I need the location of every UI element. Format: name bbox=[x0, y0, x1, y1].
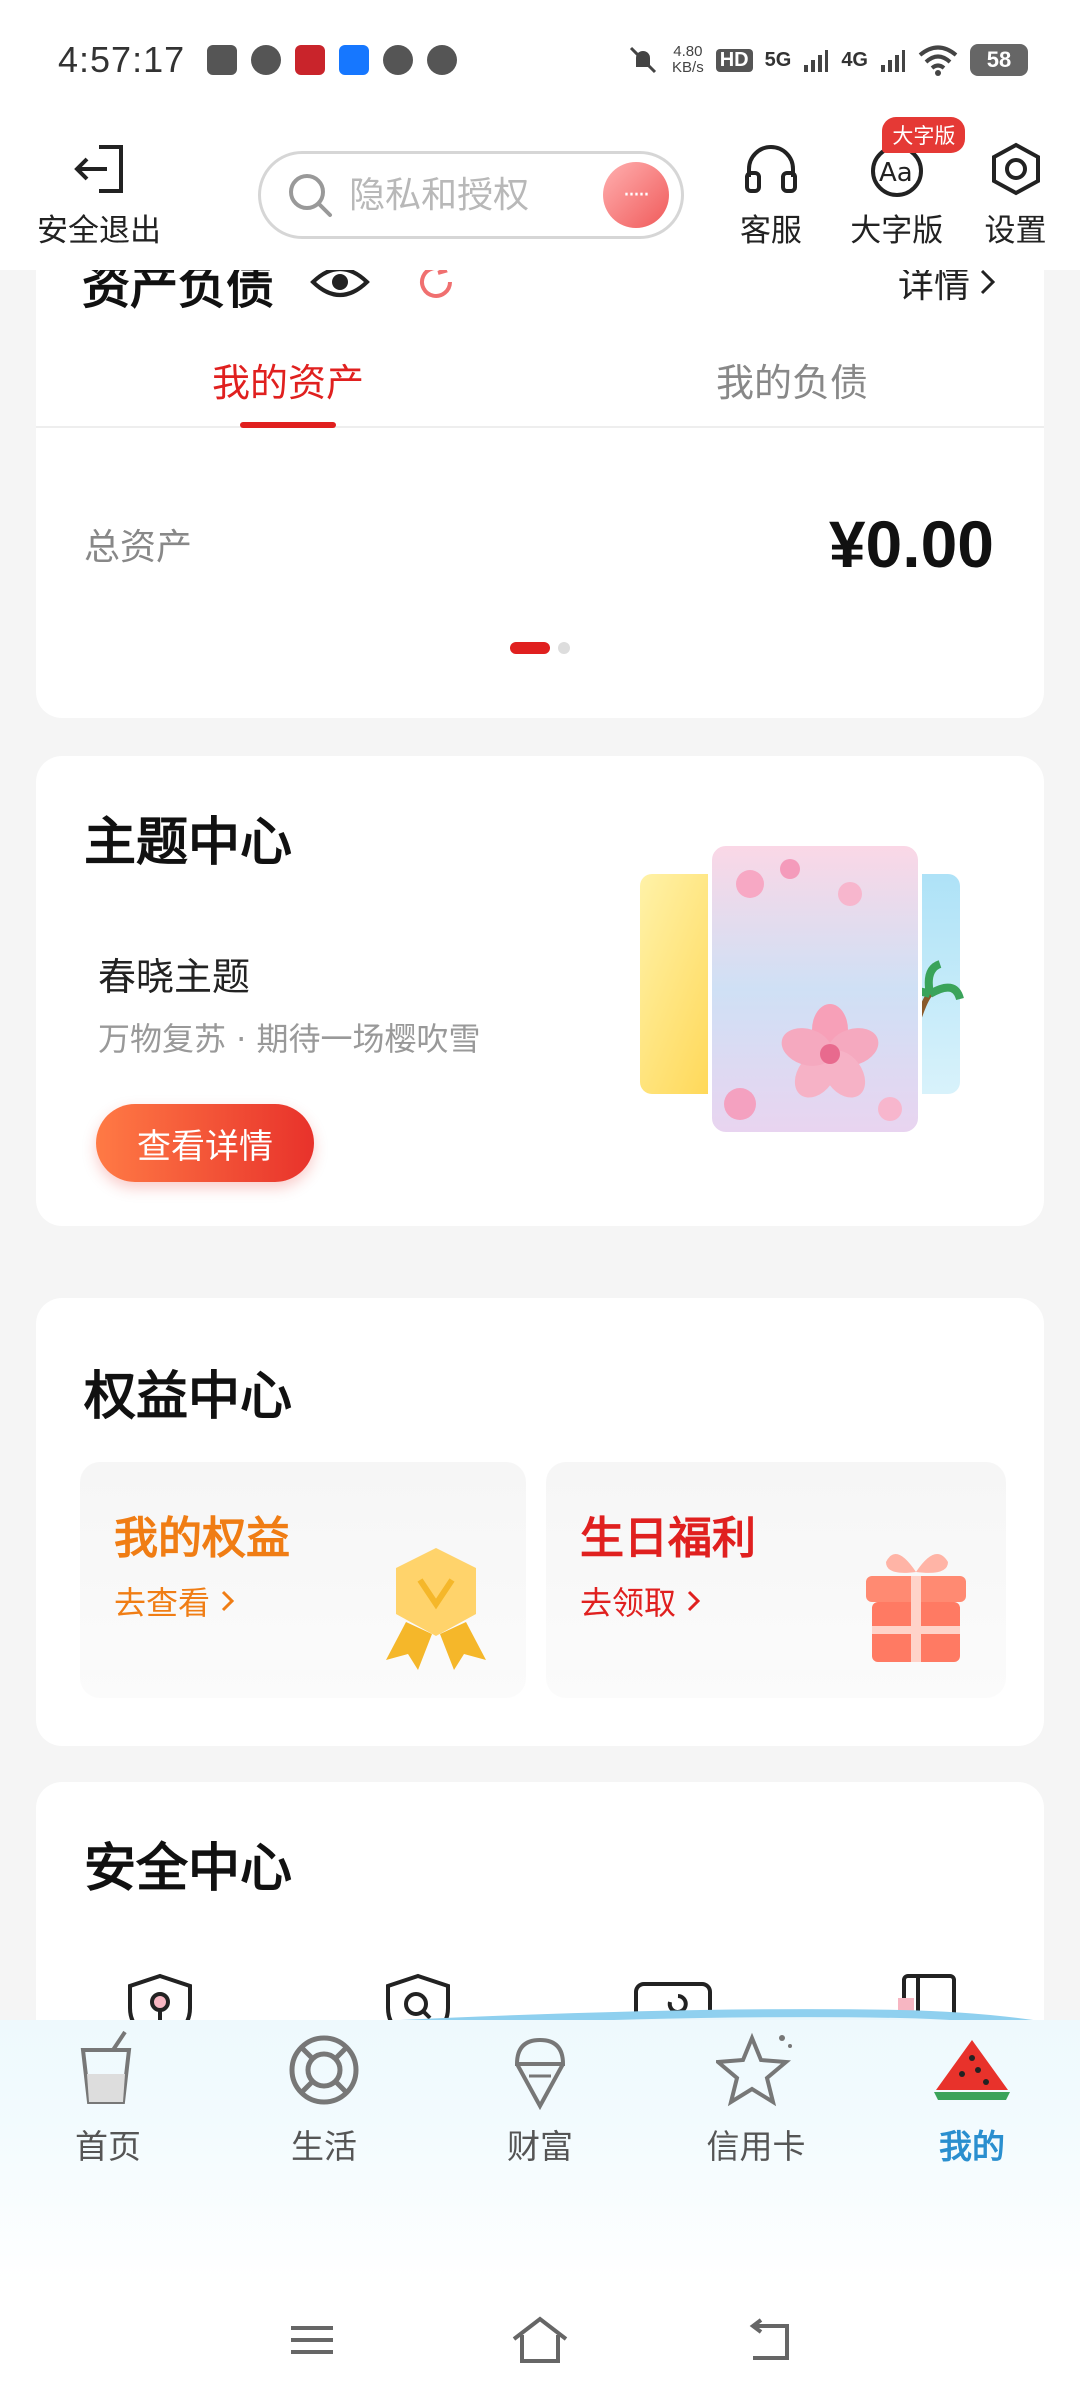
total-assets-row: 总资产 ¥0.00 bbox=[84, 506, 994, 582]
signal-5g: 5G bbox=[764, 48, 792, 71]
nav-home[interactable]: 首页 bbox=[0, 2030, 216, 2180]
chevron-right-icon bbox=[221, 1590, 235, 1612]
nav-wealth-label: 财富 bbox=[507, 2127, 573, 2166]
nav-credit-card-label: 信用卡 bbox=[706, 2127, 806, 2166]
theme-center-title: 主题中心 bbox=[84, 812, 293, 873]
nav-mine[interactable]: 我的 bbox=[864, 2030, 1080, 2180]
navigation-app-icon bbox=[339, 45, 370, 75]
exit-button[interactable]: 安全退出 bbox=[20, 141, 178, 250]
eye-icon[interactable] bbox=[310, 270, 370, 302]
refresh-icon[interactable] bbox=[414, 270, 458, 304]
icecream-icon bbox=[514, 2037, 566, 2110]
nav-wealth[interactable]: 财富 bbox=[432, 2030, 648, 2180]
birthday-benefits-title: 生日福利 bbox=[580, 1513, 756, 1564]
wifi-icon bbox=[918, 45, 958, 76]
large-font-button[interactable]: 大字版 Aa 大字版 bbox=[842, 116, 966, 250]
theme-name: 春晓主题 bbox=[98, 955, 251, 999]
nav-home-label: 首页 bbox=[75, 2127, 141, 2166]
starfish-icon bbox=[716, 2032, 792, 2107]
my-benefits-tile[interactable]: 我的权益 去查看 bbox=[80, 1462, 526, 1698]
total-assets-label: 总资产 bbox=[84, 527, 193, 568]
birthday-benefits-tile[interactable]: 生日福利 去领取 bbox=[546, 1462, 1006, 1698]
large-font-label: 大字版 bbox=[850, 212, 944, 249]
assets-card: 资产负债 详情 我的资产 我的负债 总资产 ¥0.00 bbox=[36, 270, 1044, 718]
notification-icons bbox=[207, 45, 458, 75]
my-benefits-title: 我的权益 bbox=[114, 1513, 290, 1564]
nav-life-label: 生活 bbox=[291, 2127, 357, 2166]
status-bar: 4:57:17 4.80 KB/s HD 5G 4G 58 bbox=[0, 0, 1080, 120]
carousel-dot bbox=[558, 642, 570, 654]
mute-icon bbox=[629, 46, 657, 74]
nav-life[interactable]: 生活 bbox=[216, 2030, 432, 2180]
assets-details-link[interactable]: 详情 bbox=[898, 270, 998, 308]
system-indicators: 4.80 KB/s HD 5G 4G 58 bbox=[626, 43, 1028, 77]
signal-bars-icon bbox=[804, 50, 829, 72]
total-assets-value: ¥0.00 bbox=[828, 507, 994, 581]
wechat-icon bbox=[383, 45, 414, 75]
headset-icon bbox=[744, 144, 797, 193]
large-font-badge: 大字版 bbox=[882, 116, 966, 153]
menu-icon[interactable] bbox=[287, 2320, 337, 2360]
voice-search-button[interactable]: ····· bbox=[602, 162, 669, 228]
my-benefits-link[interactable]: 去查看 bbox=[114, 1578, 236, 1624]
app-notification-icon bbox=[207, 45, 238, 75]
system-navigation-bar bbox=[0, 2300, 1080, 2380]
birthday-benefits-link[interactable]: 去领取 bbox=[580, 1578, 702, 1624]
benefits-center-card: 权益中心 我的权益 去查看 生日福利 去领取 bbox=[36, 1298, 1044, 1746]
chevron-right-icon bbox=[980, 270, 996, 295]
assets-title: 资产负债 bbox=[82, 270, 275, 315]
nav-items: 首页 生活 财富 信用卡 我的 bbox=[0, 2030, 1080, 2180]
view-theme-details-button[interactable]: 查看详情 bbox=[96, 1104, 314, 1182]
qq-icon bbox=[427, 45, 458, 75]
birthday-benefits-link-label: 去领取 bbox=[580, 1584, 677, 1622]
assets-tabs: 我的资产 我的负债 bbox=[36, 340, 1044, 428]
settings-label: 设置 bbox=[984, 212, 1047, 249]
chevron-right-icon bbox=[687, 1590, 701, 1612]
status-time: 4:57:17 bbox=[58, 39, 186, 80]
lifebuoy-icon bbox=[289, 2035, 359, 2105]
theme-description: 万物复苏 · 期待一场樱吹雪 bbox=[98, 1020, 481, 1058]
logout-icon bbox=[74, 144, 124, 193]
back-icon[interactable] bbox=[743, 2318, 793, 2362]
home-icon[interactable] bbox=[510, 2315, 570, 2365]
tab-my-liabilities[interactable]: 我的负债 bbox=[540, 340, 1044, 426]
exit-label: 安全退出 bbox=[37, 212, 162, 249]
watermelon-icon bbox=[934, 2040, 1010, 2100]
hd-indicator: HD bbox=[715, 48, 753, 72]
settings-button[interactable]: 设置 bbox=[971, 141, 1060, 250]
theme-preview-image[interactable] bbox=[600, 844, 1000, 1164]
gift-icon bbox=[866, 1554, 966, 1662]
benefits-center-title: 权益中心 bbox=[84, 1366, 293, 1427]
speed-unit: KB/s bbox=[672, 59, 704, 76]
medal-icon bbox=[386, 1548, 486, 1670]
message-icon bbox=[251, 45, 282, 75]
nav-credit-card[interactable]: 信用卡 bbox=[648, 2030, 864, 2180]
carousel-dot-active bbox=[510, 642, 550, 654]
signal-4g: 4G bbox=[841, 48, 868, 71]
theme-center-card: 主题中心 春晓主题 万物复苏 · 期待一场樱吹雪 查看详情 bbox=[36, 756, 1044, 1226]
search-icon bbox=[289, 174, 333, 217]
carousel-indicator bbox=[510, 642, 570, 654]
customer-service-button[interactable]: 客服 bbox=[722, 141, 821, 250]
nav-mine-label: 我的 bbox=[939, 2127, 1005, 2166]
cup-icon bbox=[80, 2030, 132, 2104]
network-speed: 4.80 KB/s bbox=[672, 44, 704, 76]
svg-text:Aa: Aa bbox=[879, 158, 913, 188]
bank-app-icon bbox=[295, 45, 326, 75]
search-bar[interactable]: ····· bbox=[258, 151, 684, 239]
tab-my-assets[interactable]: 我的资产 bbox=[36, 340, 540, 426]
settings-hexagon-icon bbox=[991, 142, 1040, 195]
search-input[interactable] bbox=[349, 174, 600, 216]
security-center-title: 安全中心 bbox=[84, 1838, 293, 1899]
signal-bars-icon-2 bbox=[881, 50, 905, 72]
details-label: 详情 bbox=[897, 270, 970, 306]
top-header: 安全退出 ····· 客服 大字版 Aa 大字版 设置 bbox=[0, 116, 1080, 270]
my-benefits-link-label: 去查看 bbox=[114, 1584, 211, 1622]
assets-header: 资产负债 详情 bbox=[82, 270, 998, 322]
battery-indicator: 58 bbox=[970, 44, 1028, 76]
speed-value: 4.80 bbox=[673, 43, 703, 60]
service-label: 客服 bbox=[739, 212, 802, 249]
